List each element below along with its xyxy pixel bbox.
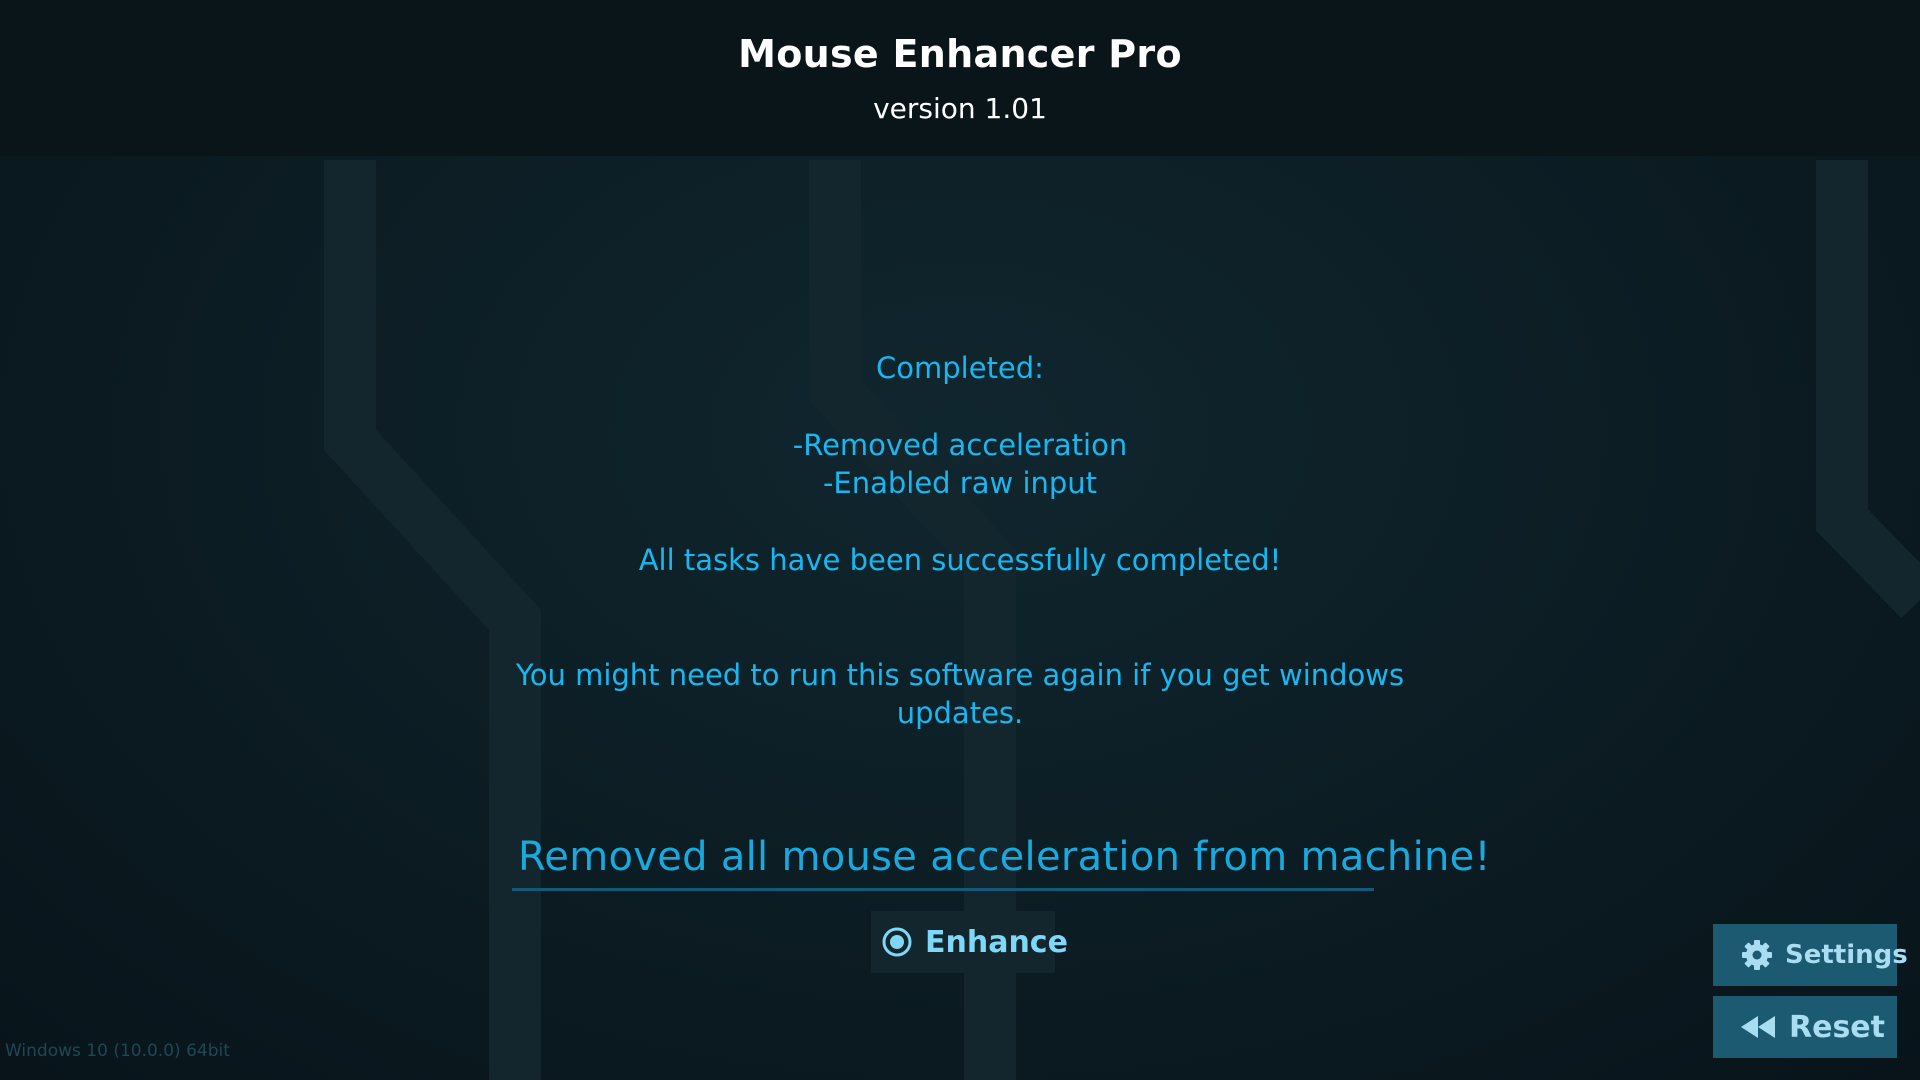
settings-button[interactable]: Settings [1713,924,1908,986]
gear-icon [1741,939,1773,971]
radio-target-icon [881,926,913,958]
task-item: -Removed acceleration [792,428,1128,462]
task-item: -Enabled raw input [822,466,1098,500]
status-field: Removed all mouse acceleration from mach… [512,828,1491,891]
reset-button[interactable]: Reset [1713,996,1897,1058]
success-message: All tasks have been successfully complet… [638,543,1282,577]
reset-label: Reset [1789,1009,1885,1045]
status-text: Removed all mouse acceleration from mach… [518,834,1491,880]
update-note-line2: updates. [896,696,1024,730]
app-version: version 1.01 [873,92,1047,125]
settings-label: Settings [1785,940,1908,970]
enhance-label: Enhance [925,924,1068,960]
update-note-line1: You might need to run this software agai… [515,658,1405,692]
app-title: Mouse Enhancer Pro [738,32,1182,76]
app-window: Mouse Enhancer Pro version 1.01 Complete… [0,0,1920,1080]
rewind-icon [1741,1015,1777,1039]
os-info: Windows 10 (10.0.0) 64bit [5,1041,230,1061]
completed-heading: Completed: [876,351,1044,385]
header-bar: Mouse Enhancer Pro version 1.01 [0,0,1920,156]
enhance-button[interactable]: Enhance [871,911,1068,973]
